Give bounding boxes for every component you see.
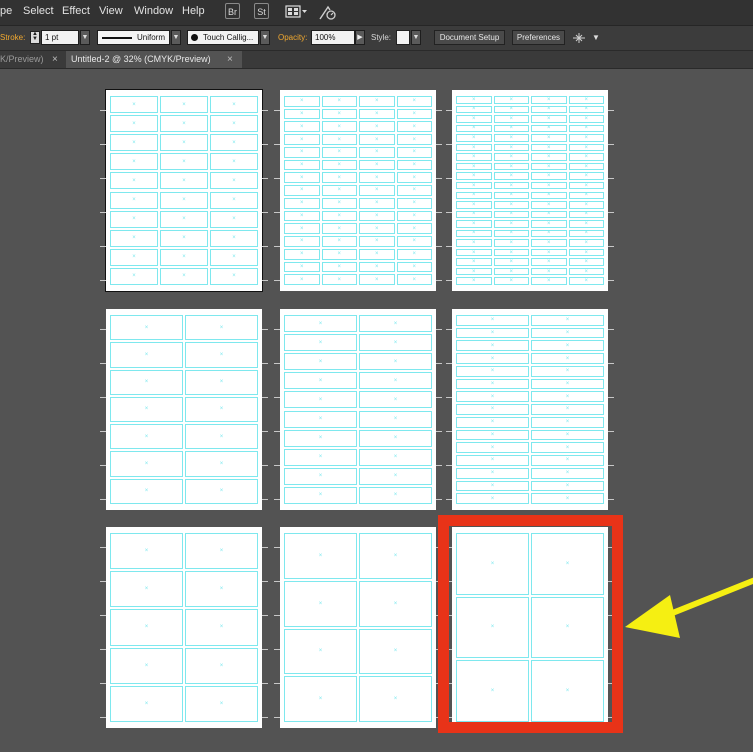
arrow-head	[625, 595, 680, 638]
arrow-annotation	[625, 577, 753, 638]
